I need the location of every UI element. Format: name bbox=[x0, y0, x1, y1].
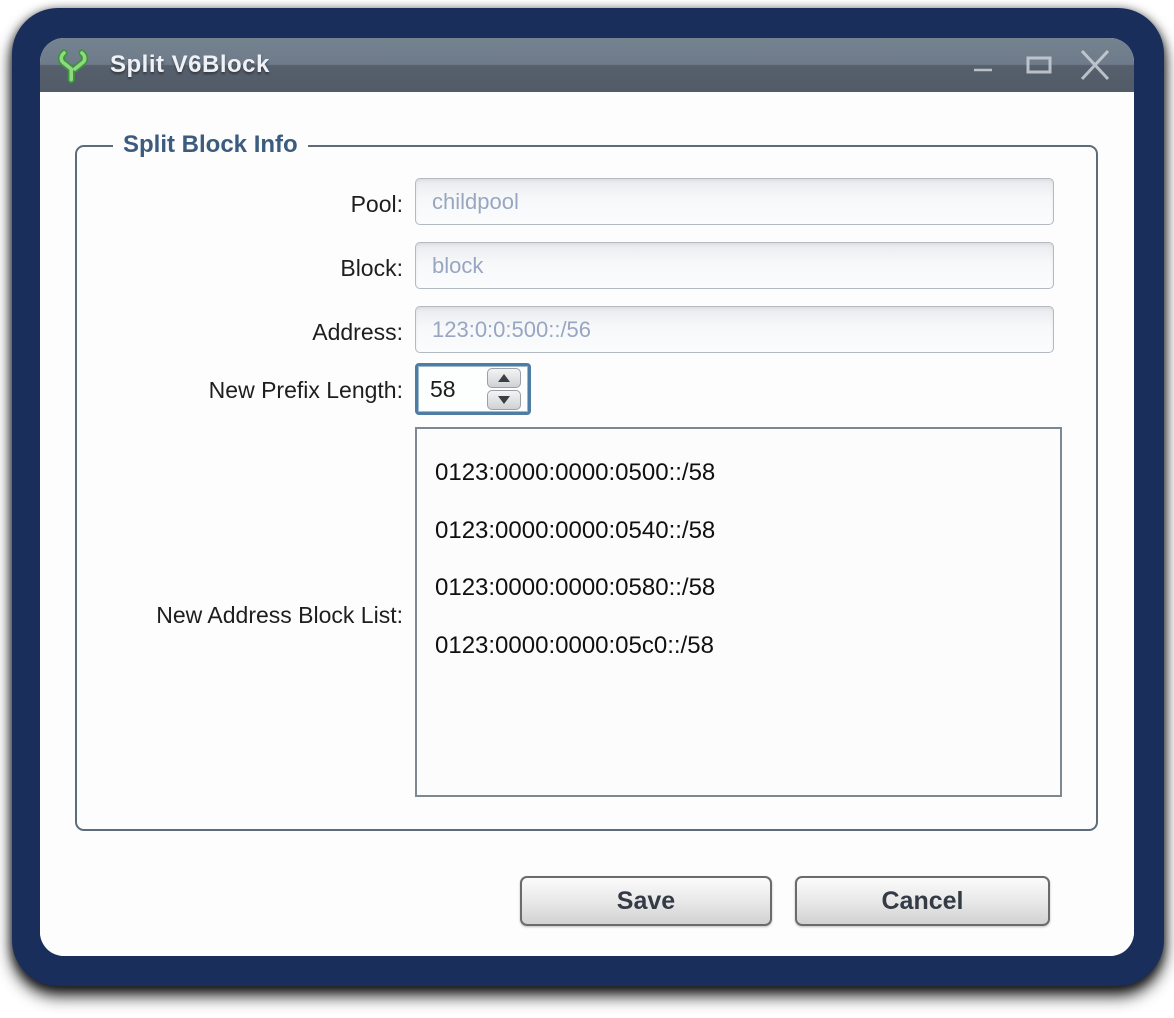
list-item[interactable]: 0123:0000:0000:0580::/58 bbox=[435, 559, 1060, 617]
list-item[interactable]: 0123:0000:0000:05c0::/58 bbox=[435, 617, 1060, 675]
arrow-down-icon bbox=[498, 396, 510, 404]
split-branch-icon bbox=[54, 44, 92, 88]
address-field[interactable] bbox=[415, 306, 1054, 353]
pool-label: Pool: bbox=[75, 191, 403, 218]
block-field[interactable] bbox=[415, 242, 1054, 289]
stepper-up-button[interactable] bbox=[487, 368, 521, 388]
titlebar[interactable]: Split V6Block bbox=[40, 38, 1134, 92]
address-label: Address: bbox=[75, 319, 403, 346]
pool-field[interactable] bbox=[415, 178, 1054, 225]
list-item[interactable]: 0123:0000:0000:0540::/58 bbox=[435, 502, 1060, 560]
save-button[interactable]: Save bbox=[520, 876, 772, 926]
list-item[interactable]: 0123:0000:0000:0500::/58 bbox=[435, 444, 1060, 502]
dialog-content: Split Block Info Pool: Block: Address: N… bbox=[40, 92, 1134, 956]
new-address-block-list-label: New Address Block List: bbox=[75, 602, 403, 629]
window-controls bbox=[966, 47, 1112, 83]
split-v6block-dialog: Split V6Block Split Block Info Pool: Blo… bbox=[40, 38, 1134, 956]
cancel-button[interactable]: Cancel bbox=[795, 876, 1050, 926]
minimize-icon[interactable] bbox=[966, 47, 1000, 83]
arrow-up-icon bbox=[498, 374, 510, 382]
new-prefix-length-label: New Prefix Length: bbox=[75, 377, 403, 404]
stepper-down-button[interactable] bbox=[487, 390, 521, 410]
block-label: Block: bbox=[75, 255, 403, 282]
new-prefix-length-stepper[interactable] bbox=[415, 363, 531, 415]
maximize-icon[interactable] bbox=[1022, 47, 1056, 83]
new-prefix-length-input[interactable] bbox=[418, 366, 484, 412]
new-address-block-list[interactable]: 0123:0000:0000:0500::/58 0123:0000:0000:… bbox=[415, 427, 1062, 797]
close-icon[interactable] bbox=[1078, 47, 1112, 83]
stepper-buttons bbox=[484, 366, 524, 412]
window-title: Split V6Block bbox=[110, 51, 270, 79]
window-outer-frame: Split V6Block Split Block Info Pool: Blo… bbox=[12, 8, 1164, 986]
group-title: Split Block Info bbox=[113, 131, 308, 159]
